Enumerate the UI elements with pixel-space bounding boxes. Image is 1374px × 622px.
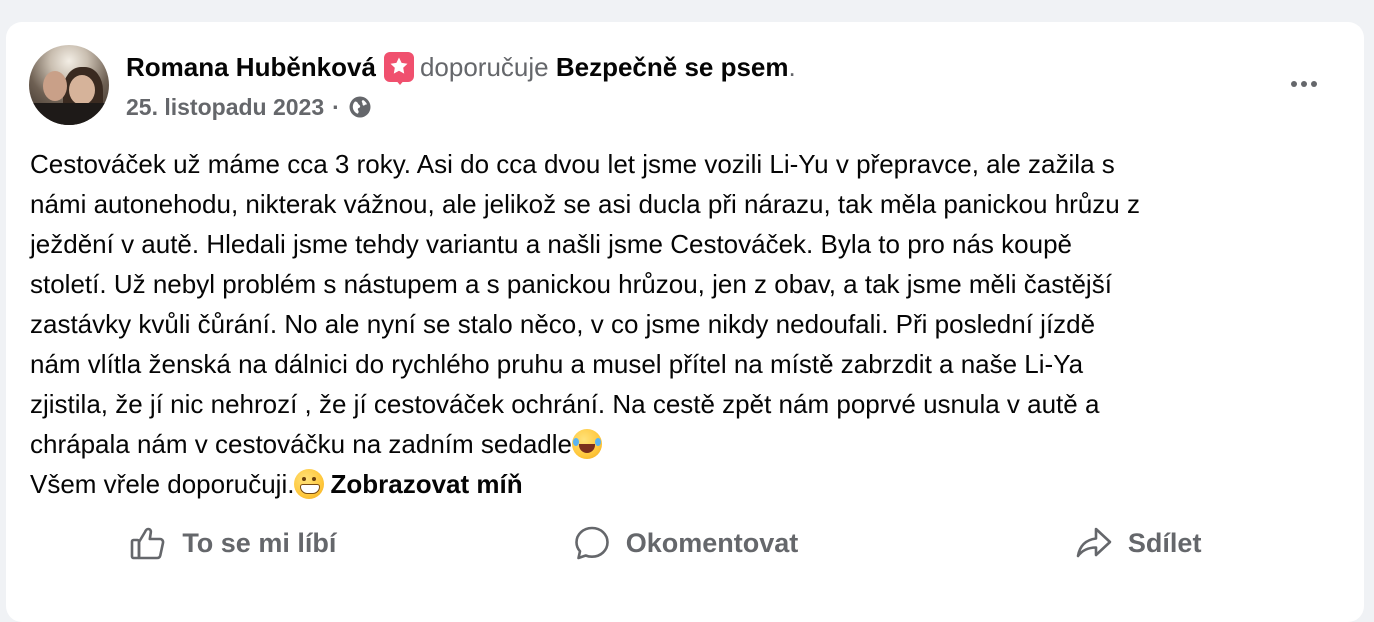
closing-text: Všem vřele doporučuji. xyxy=(30,469,295,499)
post-body-line: Cestováček už máme cca 3 roky. Asi do cc… xyxy=(30,149,1115,179)
more-options-icon[interactable] xyxy=(1286,66,1322,102)
post-body-line: zjistila, že jí nic nehrozí , že jí cest… xyxy=(30,389,1100,419)
see-less-link[interactable]: Zobrazovat míň xyxy=(330,469,522,499)
post-body-line: ježdění v autě. Hledali jsme tehdy varia… xyxy=(30,229,1072,259)
post-body-line-last-paragraph: chrápala nám v cestováčku na zadním seda… xyxy=(30,424,1350,464)
laughing-tears-emoji-icon xyxy=(571,429,602,459)
like-button[interactable]: To se mi líbí xyxy=(6,514,459,572)
comment-bubble-icon xyxy=(574,526,609,560)
post-actions-bar: To se mi líbí Okomentovat Sdílet xyxy=(6,514,1364,572)
post-body: Cestováček už máme cca 3 roky. Asi do cc… xyxy=(30,144,1350,504)
share-label: Sdílet xyxy=(1127,527,1202,558)
author-name[interactable]: Romana Huběnková xyxy=(126,52,376,82)
author-avatar[interactable] xyxy=(29,45,109,125)
post-body-line: námi autonehodu, nikterak vážnou, ale je… xyxy=(30,189,1140,219)
recommended-page-link[interactable]: Bezpečně se psem xyxy=(556,52,789,82)
post-body-line: zastávky kvůli čůrání. No ale nyní se st… xyxy=(30,309,1096,339)
like-label: To se mi líbí xyxy=(182,527,337,558)
meta-separator: · xyxy=(332,94,340,120)
comment-button[interactable]: Okomentovat xyxy=(459,514,912,572)
post-body-line: nám vlítla ženská na dálnici do rychlého… xyxy=(30,349,1084,379)
post-date[interactable]: 25. listopadu 2023 xyxy=(126,92,324,122)
share-arrow-icon xyxy=(1076,527,1112,558)
grinning-emoji-icon xyxy=(294,469,325,499)
post-header: Romana Huběnková doporučuje Bezpečně se p… xyxy=(126,50,796,85)
star-recommend-icon xyxy=(383,52,414,85)
post-body-line: století. Už nebyl problém s nástupem a s… xyxy=(30,269,1112,299)
post-body-closing: Všem vřele doporučuji. Zobrazovat míň xyxy=(30,464,1350,504)
header-end-punct: . xyxy=(788,52,796,82)
post-meta: 25. listopadu 2023 · xyxy=(126,92,372,122)
comment-label: Okomentovat xyxy=(625,527,799,558)
recommend-verb: doporučuje xyxy=(419,52,549,82)
globe-icon[interactable] xyxy=(348,95,372,119)
post-body-text: chrápala nám v cestováčku na zadním seda… xyxy=(30,429,572,459)
thumbs-up-icon xyxy=(131,527,165,560)
share-button[interactable]: Sdílet xyxy=(911,514,1364,572)
post-card: Romana Huběnková doporučuje Bezpečně se p… xyxy=(6,22,1364,622)
